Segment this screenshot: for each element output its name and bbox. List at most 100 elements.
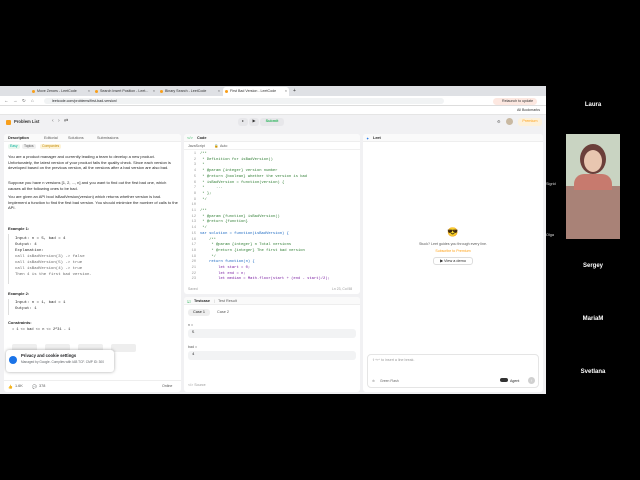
editor-status: Saved Ln 23, Col 58: [184, 286, 360, 294]
browser-window: Move Zeroes - LeetCode × Search Insert Po…: [0, 86, 546, 394]
n-value-input[interactable]: 5: [188, 329, 356, 338]
tab-solutions[interactable]: Solutions: [68, 136, 84, 140]
case-2-tab[interactable]: Case 2: [212, 309, 234, 316]
code-text: /**: [200, 237, 216, 242]
close-tab-icon[interactable]: ×: [218, 87, 220, 96]
comment-icon[interactable]: 💬: [32, 384, 37, 389]
mode-select[interactable]: Green Flash: [380, 379, 399, 383]
tab-search-insert[interactable]: Search Insert Position - Leet... ×: [93, 87, 157, 96]
source-link[interactable]: </> Source: [188, 383, 206, 387]
example-1-title: Example 1:: [8, 226, 30, 231]
line-number: 2: [193, 157, 196, 162]
leet-input-box[interactable]: ⇧+↵ to insert a line break. ⊕ Green Flas…: [367, 354, 539, 388]
send-icon[interactable]: ↑: [528, 377, 535, 384]
tab-test-result[interactable]: Test Result: [218, 299, 237, 303]
shuffle-icon[interactable]: ⇄: [64, 118, 68, 124]
line-number: 23: [191, 277, 196, 282]
code-line: 13 * @return {function}: [184, 220, 360, 225]
hint-card[interactable]: [111, 344, 136, 352]
tab-editorial[interactable]: Editorial: [44, 136, 58, 140]
line-number: 20: [191, 260, 196, 265]
leet-input-placeholder: ⇧+↵ to insert a line break.: [372, 358, 415, 362]
code-line: 5 * @return {boolean} whether the versio…: [184, 175, 360, 180]
url-input[interactable]: leetcode.com/problems/first-bad-version/: [44, 98, 444, 104]
code-line: 23 let median = Math.floor(start + (end …: [184, 277, 360, 282]
view-demo-button[interactable]: ▶ View a demo: [433, 257, 473, 265]
code-text: */: [200, 197, 207, 202]
example-line: Output: 1: [15, 307, 37, 311]
mode-label[interactable]: Auto: [220, 144, 227, 148]
new-tab-button[interactable]: +: [291, 87, 301, 96]
code-text: * @param {function} isBadVersion(): [200, 214, 280, 219]
forward-icon[interactable]: →: [13, 98, 18, 104]
home-icon[interactable]: ⌂: [31, 98, 34, 104]
participant-name: Sergey: [582, 263, 603, 269]
tab-first-bad-version[interactable]: First Bad Version - LeetCode ×: [223, 87, 289, 96]
line-number: 3: [193, 163, 196, 168]
tab-submissions[interactable]: Submissions: [97, 136, 119, 140]
tab-move-zeroes[interactable]: Move Zeroes - LeetCode ×: [30, 87, 92, 96]
topics-tag[interactable]: Topics: [22, 144, 36, 149]
settings-icon[interactable]: ⚙: [497, 119, 501, 124]
reload-icon[interactable]: ↻: [22, 98, 26, 104]
all-bookmarks-button[interactable]: All Bookmarks: [517, 108, 540, 112]
tab-description[interactable]: Description: [8, 136, 29, 140]
run-button[interactable]: ▶: [249, 118, 259, 126]
code-text: return function(n) {: [200, 260, 255, 265]
premium-button[interactable]: Premium: [518, 118, 542, 126]
code-line: 7 * ...: [184, 186, 360, 191]
leetcode-favicon-icon: [160, 90, 163, 93]
saved-status: Saved: [188, 287, 198, 291]
agent-toggle[interactable]: [500, 378, 508, 382]
back-icon[interactable]: ←: [4, 98, 9, 104]
privacy-subtitle: Managed by Google. Complies with IAB TCF…: [21, 360, 104, 364]
leet-title: Leet: [373, 136, 381, 140]
subscribe-link[interactable]: Subscribe to Premium: [363, 249, 543, 253]
code-line: 18 * @return {integer} The first bad ver…: [184, 249, 360, 254]
close-tab-icon[interactable]: ×: [153, 87, 155, 96]
problem-list-link[interactable]: Problem List: [14, 119, 39, 124]
example-line: call isBadVersion(5) -> true: [15, 261, 83, 265]
companies-tag[interactable]: Companies: [40, 144, 62, 149]
line-number: 1: [193, 152, 196, 156]
tab-testcase[interactable]: Testcase: [194, 299, 210, 303]
problem-tabs: Description Editorial Solutions Submissi…: [4, 134, 181, 142]
testcase-tabs: ☑ Testcase | Test Result: [184, 297, 360, 305]
case-1-tab[interactable]: Case 1: [188, 309, 210, 316]
close-tab-icon[interactable]: ×: [88, 87, 90, 96]
example-line: Output: 4: [15, 243, 37, 247]
example-line: call isBadVersion(4) -> true: [15, 267, 83, 271]
line-number: 4: [193, 169, 196, 174]
next-problem-icon[interactable]: ›: [58, 118, 60, 124]
code-line: 10: [184, 203, 360, 208]
code-text: * @param {integer} n Total versions: [200, 243, 292, 248]
line-number: 18: [191, 248, 196, 253]
code-editor[interactable]: 1/** 2 * Definition for isBadVersion() 3 *…: [184, 152, 360, 285]
line-number: 7: [193, 186, 196, 191]
participant-name: Svetlana: [580, 369, 606, 375]
code-line: 15 var solution = function(isBadVersion) …: [184, 232, 360, 237]
like-count: 1.6K: [15, 384, 23, 388]
bad-value-input[interactable]: 4: [188, 351, 356, 360]
problem-footer: 👍 1.6K 💬 378 Online: [4, 380, 181, 392]
like-icon[interactable]: 👍: [8, 384, 13, 389]
constraints-title: Constraints:: [8, 320, 32, 325]
privacy-popup[interactable]: Privacy and cookie settings Managed by G…: [6, 350, 114, 372]
lock-icon: 🔒: [214, 144, 219, 148]
example-line: Input: n = 5, bad = 4: [15, 237, 66, 241]
debug-button[interactable]: ▸: [238, 118, 248, 126]
attach-icon[interactable]: ⊕: [372, 379, 375, 383]
language-select[interactable]: JavaScript: [188, 144, 205, 148]
close-tab-icon[interactable]: ×: [285, 87, 287, 96]
example-line: Input: n = 1, bad = 1: [15, 301, 66, 305]
example-line: Then 4 is the first bad version.: [15, 273, 92, 277]
prev-problem-icon[interactable]: ‹: [52, 118, 54, 124]
participant-name: Olga: [546, 233, 555, 237]
relaunch-button[interactable]: Relaunch to update: [493, 97, 538, 105]
leetcode-logo[interactable]: [6, 120, 11, 125]
code-icon: </>: [187, 135, 193, 140]
avatar[interactable]: [506, 118, 513, 125]
tab-binary-search[interactable]: Binary Search - LeetCode ×: [158, 87, 222, 96]
participant-video-tile[interactable]: [566, 134, 620, 239]
submit-button[interactable]: Submit: [260, 118, 284, 126]
